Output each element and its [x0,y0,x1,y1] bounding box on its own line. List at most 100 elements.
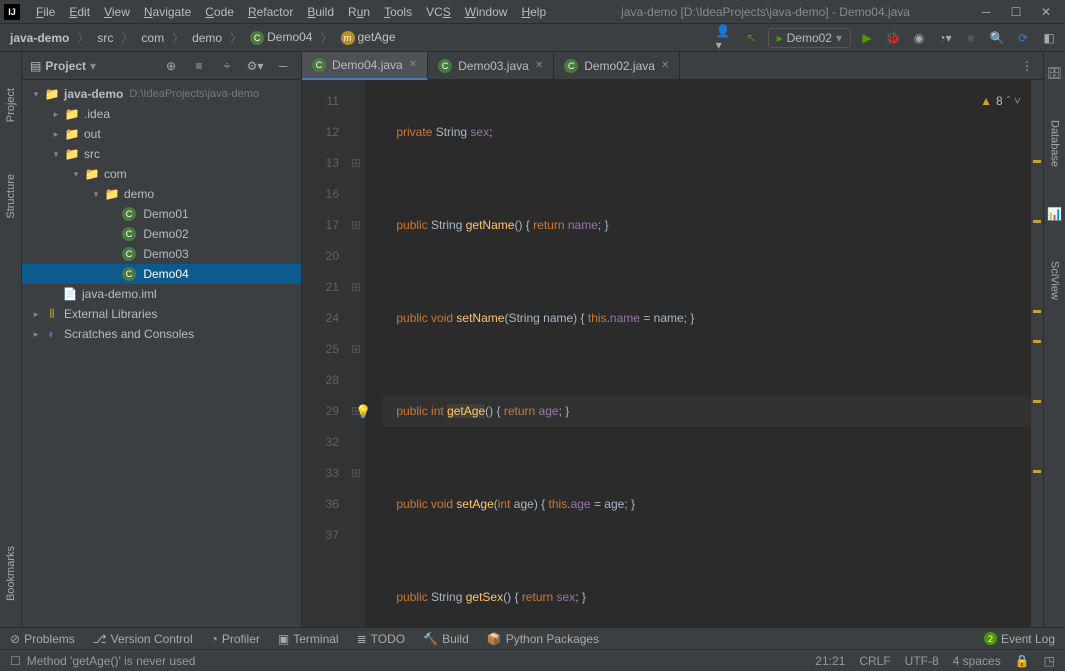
tab-sciview[interactable]: SciView [1047,255,1063,306]
menu-refactor[interactable]: Refactor [242,3,299,21]
debug-icon[interactable]: 🐞 [883,28,903,48]
status-bar: ☐ Method 'getAge()' is never used 21:21 … [0,649,1065,671]
project-tree: ▾📁java-demoD:\IdeaProjects\java-demo ▸📁.… [22,80,301,627]
menu-code[interactable]: Code [199,3,240,21]
right-tool-gutter: 🗄 Database 📊 SciView [1043,52,1065,627]
tree-root[interactable]: ▾📁java-demoD:\IdeaProjects\java-demo [22,84,301,104]
fold-gutter: ⊞ ⊞ ⊞ ⊞ ⊞ ⊞ [347,80,365,627]
menu-vcs[interactable]: VCS [420,3,457,21]
menu-run[interactable]: Run [342,3,376,21]
ide-features-icon[interactable]: ◧ [1039,28,1059,48]
sync-icon[interactable]: ⟳ [1013,28,1033,48]
close-icon[interactable]: ✕ [1039,5,1053,19]
tree-scratches[interactable]: ▸◐Scratches and Consoles [22,324,301,344]
select-opened-icon[interactable]: ⊕ [161,56,181,76]
status-icon[interactable]: ☐ [10,654,21,668]
coverage-icon[interactable]: ◉ [909,28,929,48]
close-tab-icon[interactable]: ✕ [661,60,669,71]
menu-file[interactable]: File [30,3,61,21]
menu-view[interactable]: View [98,3,136,21]
menu-help[interactable]: Help [515,3,552,21]
inspection-badge[interactable]: ▲8 ˆ ˅ [980,86,1021,117]
bt-problems[interactable]: ⊘Problems [10,632,75,646]
bt-todo[interactable]: ≣TODO [357,632,406,646]
crumb-method[interactable]: mgetAge [337,28,400,47]
code-content[interactable]: private String sex; public String getNam… [365,80,1031,627]
search-icon[interactable]: 🔍 [987,28,1007,48]
menu-tools[interactable]: Tools [378,3,418,21]
crumb-demo[interactable]: demo [188,29,226,47]
status-encoding[interactable]: UTF-8 [905,654,939,668]
status-pos[interactable]: 21:21 [815,654,845,668]
status-indent[interactable]: 4 spaces [953,654,1001,668]
close-tab-icon[interactable]: ✕ [409,59,417,70]
breadcrumb: java-demo 〉 src 〉 com 〉 demo 〉 CDemo04 〉… [6,28,716,47]
run-icon[interactable]: ▶ [857,28,877,48]
bt-build[interactable]: 🔨Build [423,632,469,646]
expand-all-icon[interactable]: ≡ [189,56,209,76]
status-lock-icon[interactable]: 🔒 [1015,654,1030,668]
tab-structure[interactable]: Structure [3,168,19,225]
bt-profiler[interactable]: ◔Profiler [211,632,260,646]
close-tab-icon[interactable]: ✕ [535,60,543,71]
left-tool-gutter: Project Structure Bookmarks [0,52,22,627]
crumb-class[interactable]: CDemo04 [246,28,316,47]
crumb-src[interactable]: src [93,29,117,47]
navigation-bar: java-demo 〉 src 〉 com 〉 demo 〉 CDemo04 〉… [0,24,1065,52]
profile-icon[interactable]: ◔▾ [935,28,955,48]
stop-icon[interactable]: ■ [961,28,981,48]
bt-event-log[interactable]: 2Event Log [984,632,1055,646]
run-config-selector[interactable]: ▸Demo02▾ [768,28,851,48]
tree-iml[interactable]: 📄java-demo.iml [22,284,301,304]
tree-out[interactable]: ▸📁out [22,124,301,144]
intention-bulb-icon[interactable]: 💡 [355,396,371,427]
project-panel: ▤Project▾ ⊕ ≡ ÷ ⚙▾ ─ ▾📁java-demoD:\IdeaP… [22,52,302,627]
bt-python[interactable]: 📦Python Packages [487,632,599,646]
settings-icon[interactable]: ⚙▾ [245,56,265,76]
back-icon[interactable]: ↖ [742,28,762,48]
tree-class-demo02[interactable]: C Demo02 [22,224,301,244]
menu-edit[interactable]: Edit [63,3,96,21]
tab-demo03[interactable]: CDemo03.java✕ [428,52,554,80]
bt-vcs[interactable]: ⎇Version Control [93,632,193,646]
tree-ext-lib[interactable]: ▸⫴External Libraries [22,304,301,324]
menu-bar: File Edit View Navigate Code Refactor Bu… [30,3,552,21]
bt-terminal[interactable]: ▣Terminal [278,632,339,646]
user-icon[interactable]: 👤▾ [716,28,736,48]
tree-demo[interactable]: ▾📁demo [22,184,301,204]
database-icon[interactable]: 🗄 [1043,62,1065,84]
status-line-sep[interactable]: CRLF [859,654,890,668]
tree-com[interactable]: ▾📁com [22,164,301,184]
app-logo-icon: IJ [4,4,20,20]
tree-idea[interactable]: ▸📁.idea [22,104,301,124]
crumb-com[interactable]: com [137,29,168,47]
tree-src[interactable]: ▾📁src [22,144,301,164]
tree-class-demo03[interactable]: C Demo03 [22,244,301,264]
status-message: Method 'getAge()' is never used [27,654,196,668]
maximize-icon[interactable]: ☐ [1009,5,1023,19]
minimize-icon[interactable]: ─ [979,5,993,19]
tabs-more-icon[interactable]: ⋮ [1011,59,1043,73]
tab-project[interactable]: Project [3,82,19,128]
bottom-tool-bar: ⊘Problems ⎇Version Control ◔Profiler ▣Te… [0,627,1065,649]
status-mem-icon[interactable]: ◳ [1044,654,1055,668]
tab-demo04[interactable]: CDemo04.java✕ [302,52,428,80]
tree-class-demo04[interactable]: C Demo04 [22,264,301,284]
tab-demo02[interactable]: CDemo02.java✕ [554,52,680,80]
hide-panel-icon[interactable]: ─ [273,56,293,76]
tree-class-demo01[interactable]: C Demo01 [22,204,301,224]
menu-navigate[interactable]: Navigate [138,3,197,21]
editor-tabs: CDemo04.java✕ CDemo03.java✕ CDemo02.java… [302,52,1043,80]
error-stripe[interactable] [1031,80,1043,627]
crumb-project[interactable]: java-demo [6,29,73,47]
title-bar: IJ File Edit View Navigate Code Refactor… [0,0,1065,24]
line-gutter: 111213161720212425282932333637 [302,80,347,627]
tab-database[interactable]: Database [1047,114,1063,173]
tab-bookmarks[interactable]: Bookmarks [3,540,19,607]
menu-build[interactable]: Build [301,3,340,21]
code-editor[interactable]: 111213161720212425282932333637 ⊞ ⊞ ⊞ ⊞ ⊞… [302,80,1043,627]
project-panel-title[interactable]: ▤Project▾ [30,59,153,73]
sciview-icon[interactable]: 📊 [1043,203,1065,225]
collapse-all-icon[interactable]: ÷ [217,56,237,76]
menu-window[interactable]: Window [459,3,514,21]
